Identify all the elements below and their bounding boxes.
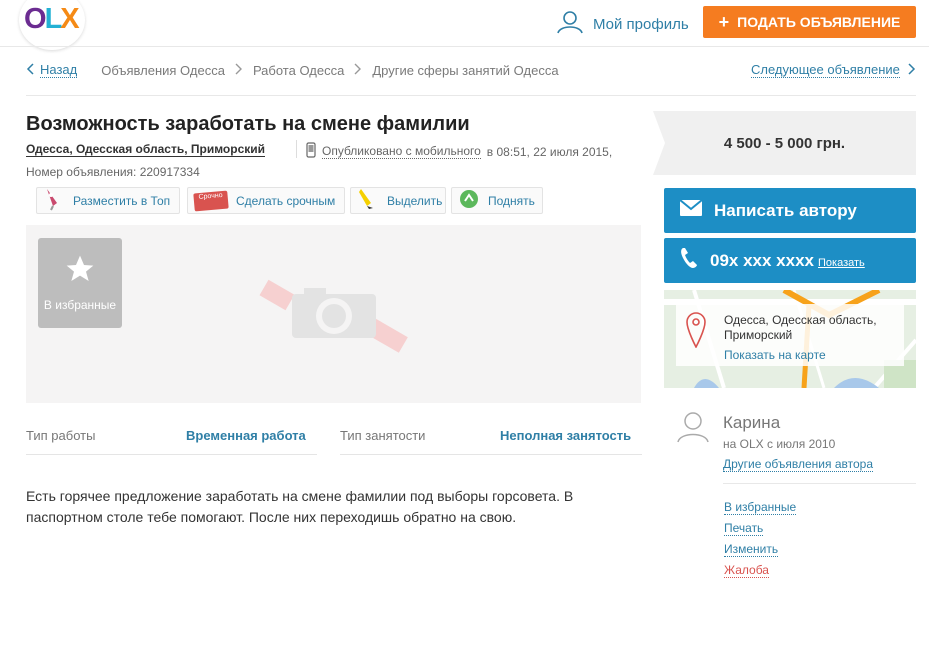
phone-number: 09x xxx xxxx — [710, 250, 814, 270]
edit-link[interactable]: Изменить — [724, 542, 779, 557]
ad-actions: В избранные Печать Изменить Жалоба — [724, 497, 797, 581]
chevron-right-icon — [235, 62, 243, 78]
map-pin-icon — [686, 312, 706, 353]
chevron-left-icon — [26, 62, 34, 78]
author-name: Карина — [723, 413, 781, 432]
post-ad-button[interactable]: + ПОДАТЬ ОБЪЯВЛЕНИЕ — [703, 6, 916, 38]
sidebar-divider — [723, 483, 916, 484]
promote-top-label: Разместить в Топ — [73, 193, 171, 208]
print-link[interactable]: Печать — [724, 521, 764, 536]
my-profile-label: Мой профиль — [593, 15, 689, 33]
map-address: Одесса, Одесская область, Приморский — [724, 313, 877, 342]
chevron-right-icon — [908, 62, 916, 78]
star-icon — [64, 253, 96, 288]
add-to-favorites-button[interactable]: В избранные — [38, 238, 122, 328]
complaint-link[interactable]: Жалоба — [724, 563, 769, 578]
no-photo-camera-icon — [256, 266, 416, 371]
param-job-type-value[interactable]: Временная работа — [186, 428, 306, 443]
meta-divider — [296, 140, 297, 158]
header-divider — [0, 46, 929, 47]
favorites-label: В избранные — [43, 298, 117, 312]
author-avatar-icon — [676, 411, 710, 448]
urgent-tag-icon: Срочно — [193, 190, 229, 211]
olx-logo[interactable]: OLX — [24, 3, 80, 36]
rocket-icon — [43, 187, 65, 214]
param-employment-value[interactable]: Неполная занятость — [500, 428, 631, 443]
breadcrumb-divider — [26, 95, 916, 96]
raise-arrow-icon — [458, 188, 480, 213]
post-ad-label: ПОДАТЬ ОБЪЯВЛЕНИЕ — [737, 14, 901, 30]
my-profile-link[interactable]: Мой профиль — [557, 10, 689, 38]
next-ad-label: Следующее объявление — [751, 62, 900, 78]
make-urgent-button[interactable]: Срочно Сделать срочным — [187, 187, 345, 214]
user-icon — [557, 10, 583, 38]
promote-top-button[interactable]: Разместить в Топ — [36, 187, 180, 214]
raise-button[interactable]: Поднять — [451, 187, 543, 214]
ad-title: Возможность заработать на смене фамилии — [26, 113, 470, 135]
highlight-button[interactable]: Выделить — [350, 187, 446, 214]
phone-icon — [680, 247, 698, 274]
make-urgent-label: Сделать срочным — [236, 193, 336, 208]
ad-location[interactable]: Одесса, Одесская область, Приморский — [26, 142, 266, 157]
ad-description: Есть горячее предложение заработать на с… — [26, 488, 574, 525]
published-date: в 08:51, 22 июля 2015, — [486, 144, 613, 159]
back-link[interactable]: Назад — [26, 62, 78, 78]
add-favorites-link[interactable]: В избранные — [724, 500, 797, 515]
breadcrumb-item[interactable]: Работа Одесса — [253, 63, 344, 78]
published-mobile-link[interactable]: Опубликовано с мобильного — [322, 144, 481, 159]
param-employment-key: Тип занятости — [340, 428, 426, 443]
breadcrumb-item[interactable]: Другие сферы занятий Одесса — [372, 63, 558, 78]
author-since: на OLX с июля 2010 — [723, 437, 836, 451]
price-value: 4 500 - 5 000 грн. — [723, 134, 846, 152]
param-job-type-key: Тип работы — [26, 428, 96, 443]
breadcrumb: Назад Объявления Одесса Работа Одесса Др… — [26, 62, 559, 78]
next-ad-link[interactable]: Следующее объявление — [751, 62, 916, 78]
envelope-icon — [679, 199, 703, 221]
price-box: 4 500 - 5 000 грн. — [653, 111, 916, 175]
mobile-phone-icon — [306, 142, 316, 161]
phone-button[interactable]: 09x xxx xxxx Показать — [664, 238, 916, 283]
ad-number: Номер объявления: 220917334 — [26, 165, 200, 179]
raise-label: Поднять — [488, 193, 535, 208]
chevron-right-icon — [354, 62, 362, 78]
show-on-map-link[interactable]: Показать на карте — [724, 348, 826, 362]
author-other-ads-link[interactable]: Другие объявления автора — [723, 457, 874, 472]
write-author-button[interactable]: Написать автору — [664, 188, 916, 233]
highlight-label: Выделить — [387, 193, 443, 208]
write-author-label: Написать автору — [714, 200, 857, 220]
param-divider — [340, 454, 642, 455]
show-phone-link[interactable]: Показать — [818, 257, 865, 269]
highlighter-icon — [357, 187, 379, 214]
published-info: Опубликовано с мобильного в 08:51, 22 ию… — [306, 142, 612, 161]
back-label: Назад — [40, 62, 78, 78]
breadcrumb-item[interactable]: Объявления Одесса — [101, 63, 225, 78]
param-divider — [26, 454, 317, 455]
plus-icon: + — [718, 11, 730, 32]
